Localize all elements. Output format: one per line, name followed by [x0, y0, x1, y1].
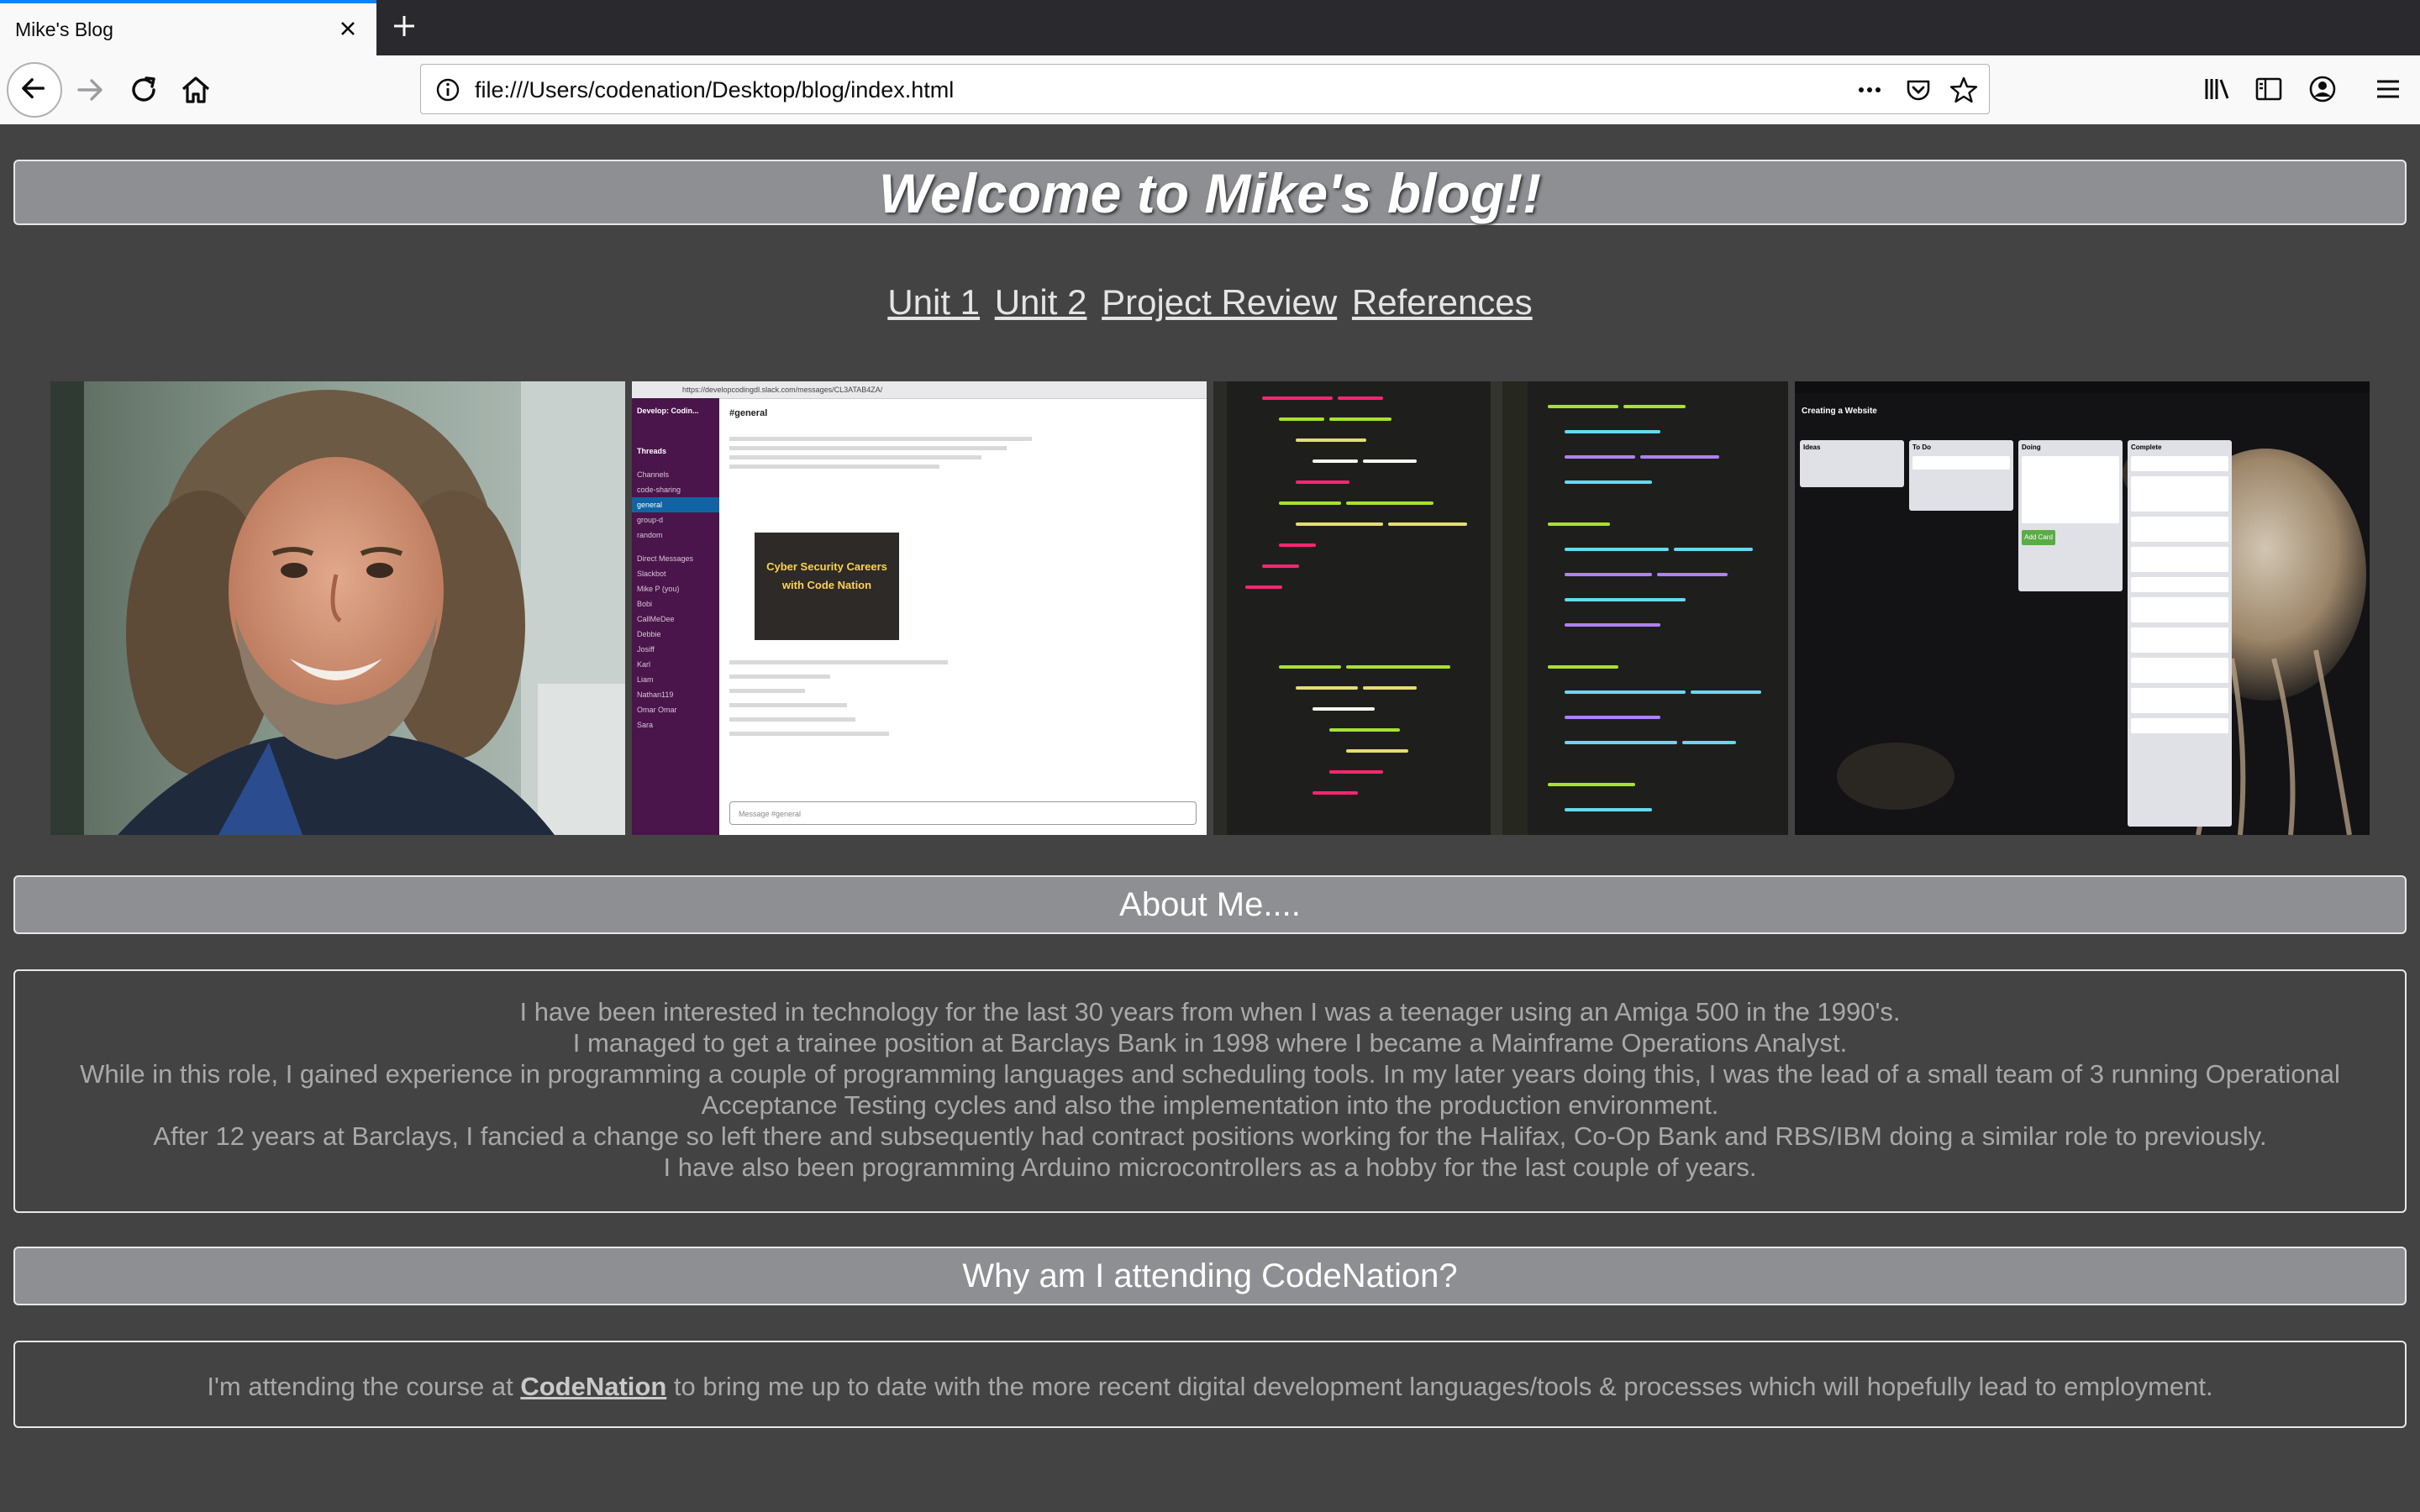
nav-link-unit-2[interactable]: Unit 2 — [995, 282, 1087, 322]
menu-icon[interactable] — [2371, 72, 2405, 106]
back-arrow-icon — [22, 78, 45, 99]
trello-list-complete: Complete — [2128, 440, 2232, 827]
web-page: Welcome to Mike's blog!! Unit 1 Unit 2 P… — [0, 124, 2420, 1512]
about-heading: About Me.... — [13, 875, 2407, 934]
about-line: After 12 years at Barclays, I fancied a … — [153, 1121, 2267, 1151]
codenation-link[interactable]: CodeNation — [520, 1372, 666, 1401]
slack-url: https://developcodingdl.slack.com/messag… — [682, 386, 883, 394]
info-icon[interactable] — [434, 76, 461, 103]
image-gallery: https://developcodingdl.slack.com/messag… — [50, 381, 2370, 835]
sidebar-icon[interactable] — [2252, 72, 2286, 106]
slack-channel-name: #general — [729, 408, 768, 418]
why-content: I'm attending the course at CodeNation t… — [13, 1341, 2407, 1428]
why-text-before: I'm attending the course at — [207, 1372, 521, 1401]
home-icon[interactable] — [176, 71, 215, 109]
slack-screenshot: https://developcodingdl.slack.com/messag… — [632, 381, 1207, 835]
pocket-icon[interactable] — [1903, 75, 1933, 105]
forward-arrow-icon[interactable] — [71, 71, 109, 109]
address-bar[interactable]: file:///Users/codenation/Desktop/blog/in… — [420, 64, 1990, 114]
account-icon[interactable] — [2306, 72, 2339, 106]
plus-icon[interactable] — [390, 12, 418, 40]
trello-list-doing: Doing Add Card — [2018, 440, 2123, 591]
about-line: I have been interested in technology for… — [519, 997, 1901, 1026]
tab-title: Mike's Blog — [15, 18, 113, 40]
why-text-after: to bring me up to date with the more rec… — [666, 1372, 2213, 1401]
browser-tab[interactable]: Mike's Blog — [0, 0, 376, 55]
tab-bar: Mike's Blog — [0, 0, 2420, 55]
trello-list-todo: To Do — [1909, 440, 2013, 511]
reload-icon[interactable] — [124, 71, 163, 109]
navigation-toolbar: file:///Users/codenation/Desktop/blog/in… — [0, 55, 2420, 125]
page-title: Welcome to Mike's blog!! — [13, 160, 2407, 225]
back-button[interactable] — [7, 62, 62, 118]
url-text: file:///Users/codenation/Desktop/blog/in… — [475, 77, 955, 102]
code-editor-screenshot — [1213, 381, 1788, 835]
more-icon[interactable] — [1854, 75, 1885, 105]
profile-photo — [50, 381, 625, 835]
slack-event-image: Cyber Security Careers with Code Nation — [755, 533, 899, 640]
slack-sidebar: Develop: Codin... Threads Channels code-… — [632, 398, 719, 835]
slack-message-input: Message #general — [729, 801, 1197, 825]
nav-link-project-review[interactable]: Project Review — [1102, 282, 1337, 322]
about-line: I managed to get a trainee position at B… — [572, 1028, 1848, 1058]
trello-board-title: Creating a Website — [1802, 407, 1877, 416]
trello-list-ideas: Ideas — [1800, 440, 1904, 487]
site-navigation: Unit 1 Unit 2 Project Review References — [0, 282, 2420, 323]
why-heading: Why am I attending CodeNation? — [13, 1247, 2407, 1305]
about-line: I have also been programming Arduino mic… — [663, 1152, 1757, 1182]
close-icon[interactable] — [334, 15, 361, 42]
trello-screenshot: Creating a Website Ideas To Do Doing Add… — [1795, 381, 2370, 835]
about-line: While in this role, I gained experience … — [80, 1059, 2340, 1120]
nav-link-unit-1[interactable]: Unit 1 — [887, 282, 980, 322]
library-icon[interactable] — [2200, 72, 2233, 106]
nav-link-references[interactable]: References — [1352, 282, 1533, 322]
star-icon[interactable] — [1949, 75, 1979, 105]
about-content: I have been interested in technology for… — [13, 969, 2407, 1213]
